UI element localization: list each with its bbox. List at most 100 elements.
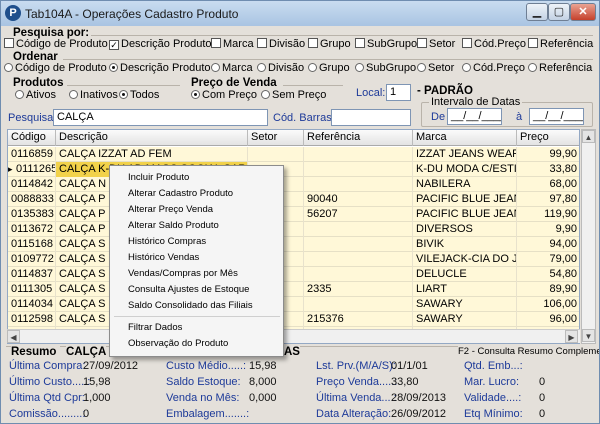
date-from-input[interactable]: __/__/____: [447, 108, 502, 125]
cell-codigo: 0114837: [8, 267, 56, 282]
cod-barras-input[interactable]: [331, 109, 411, 126]
ordenar-option[interactable]: Descrição Produto: [109, 62, 211, 74]
pesquisa-option[interactable]: Código de Produto: [4, 38, 108, 50]
produtos-option[interactable]: Ativos: [15, 89, 56, 101]
table-row[interactable]: 0111305 CALÇA S 2335 LIART 89,90: [8, 282, 579, 297]
checkbox-icon[interactable]: [355, 38, 365, 48]
menu-item[interactable]: Alterar Cadastro Produto: [128, 186, 233, 201]
preco-venda-option[interactable]: Sem Preço: [261, 89, 326, 101]
title-bar[interactable]: P Tab104A - Operações Cadastro Produto ▁…: [1, 1, 599, 26]
minimize-button[interactable]: ▁: [526, 3, 548, 21]
cell-referencia: [304, 177, 413, 192]
table-row[interactable]: 0135383CALÇA P56207PACIFIC BLUE JEANS119…: [8, 207, 579, 222]
radio-icon[interactable]: [462, 63, 471, 72]
ordenar-option[interactable]: SubGrupo: [355, 62, 416, 74]
radio-icon[interactable]: [15, 90, 24, 99]
ordenar-option[interactable]: Grupo: [308, 62, 350, 74]
pesquisa-option[interactable]: Referência: [528, 38, 593, 50]
pesquisa-option[interactable]: Divisão: [257, 38, 305, 50]
radio-icon[interactable]: [355, 63, 364, 72]
cell-preco: 9,90: [517, 222, 579, 237]
menu-item[interactable]: Histórico Compras: [128, 234, 206, 249]
checkbox-icon[interactable]: [308, 38, 318, 48]
menu-item[interactable]: Consulta Ajustes de Estoque: [128, 282, 249, 297]
produtos-option[interactable]: Inativos: [69, 89, 118, 101]
checkbox-icon[interactable]: [257, 38, 267, 48]
table-row[interactable]: 0088833CALÇA P90040PACIFIC BLUE JEANS97,…: [8, 192, 579, 207]
table-row[interactable]: 0113672 CALÇA P DIVERSOS 9,90: [8, 222, 579, 237]
menu-item[interactable]: Vendas/Compras por Mês: [128, 266, 238, 281]
table-row[interactable]: 0114837 CALÇA S DELUCLE 54,80: [8, 267, 579, 282]
scroll-left-icon[interactable]: ◀: [7, 330, 20, 343]
menu-item[interactable]: Filtrar Dados: [128, 320, 182, 335]
pesquisa-option[interactable]: SubGrupo: [355, 38, 417, 50]
ordenar-option[interactable]: Divisão: [257, 62, 304, 74]
radio-icon[interactable]: [308, 63, 317, 72]
scroll-right-icon[interactable]: ▶: [565, 330, 578, 343]
col-referencia[interactable]: Referência: [304, 130, 413, 146]
radio-icon[interactable]: [261, 90, 270, 99]
pesquisa-option[interactable]: Grupo: [308, 38, 351, 50]
pesquisa-option[interactable]: Marca: [211, 38, 254, 50]
col-descricao[interactable]: Descrição: [56, 130, 248, 146]
table-row[interactable]: 0115168 CALÇA S BIVIK 94,00: [8, 237, 579, 252]
menu-item[interactable]: Histórico Vendas: [128, 250, 199, 265]
ordenar-option[interactable]: Cód.Preço: [462, 62, 525, 74]
radio-icon[interactable]: [119, 90, 128, 99]
pesquisa-option[interactable]: Setor: [417, 38, 455, 50]
vertical-scrollbar[interactable]: ▲ ▼: [581, 129, 596, 344]
checkbox-icon[interactable]: [417, 38, 427, 48]
checkbox-icon[interactable]: [211, 38, 221, 48]
radio-icon[interactable]: [417, 63, 426, 72]
pesquisa-option[interactable]: Cód.Preço: [462, 38, 526, 50]
radio-icon[interactable]: [109, 63, 118, 72]
col-codigo[interactable]: Código: [8, 130, 56, 146]
ordenar-option[interactable]: Setor: [417, 62, 454, 74]
menu-item[interactable]: Alterar Preço Venda: [128, 202, 213, 217]
table-row[interactable]: 0116859 CALÇA IZZAT AD FEM IZZAT JEANS WEA…: [8, 147, 579, 162]
de-label: De: [431, 111, 446, 123]
checkbox-checked-icon[interactable]: ✓: [109, 40, 119, 50]
col-preco-venda[interactable]: Preço Venda: [517, 130, 579, 158]
scroll-up-icon[interactable]: ▲: [582, 130, 595, 143]
checkbox-icon[interactable]: [4, 38, 14, 48]
horizontal-scrollbar[interactable]: ◀ ▶: [7, 329, 580, 343]
menu-item[interactable]: Alterar Saldo Produto: [128, 218, 219, 233]
col-marca[interactable]: Marca: [413, 130, 517, 146]
radio-icon[interactable]: [528, 63, 537, 72]
radio-icon[interactable]: [257, 63, 266, 72]
col-setor[interactable]: Setor: [248, 130, 304, 146]
table-row[interactable]: 0112598 CALÇA S 215376 SAWARY 96,00: [8, 312, 579, 327]
resumo-field-value: 8,000: [249, 376, 277, 388]
local-input[interactable]: 1: [386, 84, 411, 101]
checkbox-icon[interactable]: [462, 38, 472, 48]
menu-item[interactable]: Observação do Produto: [128, 336, 228, 351]
close-button[interactable]: ✕: [570, 3, 596, 21]
cell-marca: IZZAT JEANS WEAR: [413, 147, 517, 162]
produtos-option[interactable]: Todos: [119, 89, 159, 101]
radio-icon[interactable]: [211, 63, 220, 72]
ordenar-option-label: Divisão: [268, 62, 305, 74]
menu-item[interactable]: Saldo Consolidado das Filiais: [128, 298, 253, 313]
ordenar-option[interactable]: Código de Produto: [4, 62, 107, 74]
scroll-down-icon[interactable]: ▼: [582, 329, 595, 342]
table-row[interactable]: 0114842 CALÇA N NABILERA 68,00: [8, 177, 579, 192]
menu-item[interactable]: Incluir Produto: [128, 170, 189, 185]
table-row[interactable]: 0111265CALÇA K-DU AD MASC SOCIAL SARDECK…: [8, 162, 579, 177]
resumo-field-label: Último Custo.....:: [9, 376, 91, 388]
table-row[interactable]: 0114034 CALÇA S SAWARY 106,00: [8, 297, 579, 312]
table-row[interactable]: 0109772CALÇA SVILEJACK-CIA DO JEA79,00: [8, 252, 579, 267]
resumo-field-label: Validade....:: [464, 392, 522, 404]
ordenar-option[interactable]: Marca: [211, 62, 253, 74]
search-input[interactable]: CALÇA: [53, 109, 268, 126]
radio-icon[interactable]: [4, 63, 13, 72]
radio-icon[interactable]: [69, 90, 78, 99]
maximize-button[interactable]: ▢: [548, 3, 570, 21]
product-grid[interactable]: Código Descrição Setor Referência Marca …: [7, 129, 580, 344]
pesquisa-option[interactable]: ✓ Descrição Produto: [109, 38, 212, 50]
checkbox-icon[interactable]: [528, 38, 538, 48]
ordenar-option[interactable]: Referência: [528, 62, 592, 74]
preco-venda-option[interactable]: Com Preço: [191, 89, 257, 101]
date-to-input[interactable]: __/__/____: [529, 108, 584, 125]
radio-icon[interactable]: [191, 90, 200, 99]
